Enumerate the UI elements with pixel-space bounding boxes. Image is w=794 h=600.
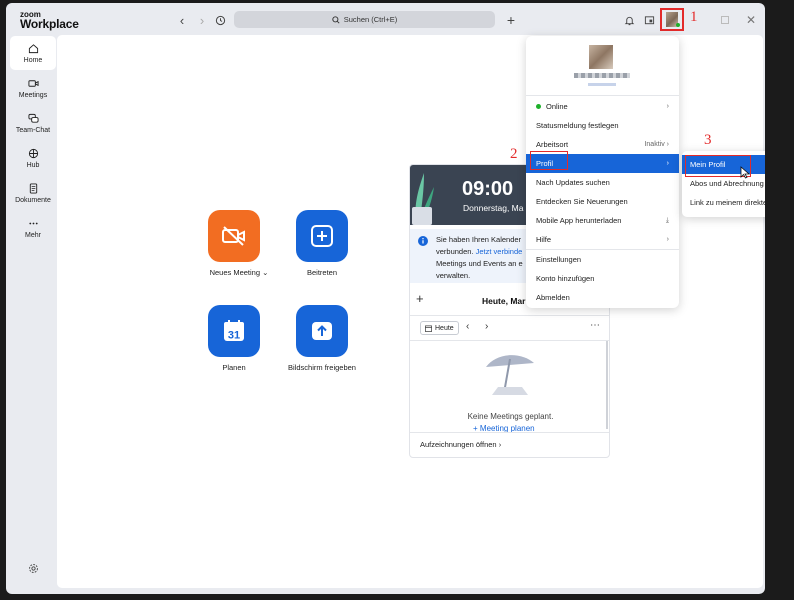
calendar-small-icon	[425, 325, 432, 332]
share-screen-button[interactable]	[296, 305, 348, 357]
calendar-date: Donnerstag, Ma	[463, 203, 524, 213]
sidebar-item-hub[interactable]: Hub	[10, 141, 56, 175]
more-dots-icon[interactable]: ⋯	[590, 320, 600, 331]
menu-item-sign-out[interactable]: Abmelden	[526, 288, 679, 307]
sidebar-item-label: Meetings	[18, 91, 48, 99]
annotation-box-profile	[530, 151, 568, 170]
menu-item-status-online[interactable]: Online ›	[526, 97, 679, 116]
add-event-icon[interactable]: +	[416, 291, 424, 306]
menu-item-whats-new[interactable]: Entdecken Sie Neuerungen	[526, 192, 679, 211]
menu-item-status-message[interactable]: Statusmeldung festlegen	[526, 116, 679, 135]
profile-avatar-button[interactable]	[660, 8, 684, 31]
back-arrow-icon[interactable]: ‹	[172, 11, 192, 29]
calendar-icon: 31	[224, 320, 244, 342]
open-recordings-link[interactable]: Aufzeichnungen öffnen ›	[420, 440, 501, 449]
plant-illustration	[412, 173, 434, 225]
profile-picture	[589, 45, 613, 69]
divider	[410, 340, 609, 341]
plus-icon[interactable]: +	[501, 11, 521, 29]
empty-state-text: Keine Meetings geplant.	[467, 412, 554, 421]
logo-big: Workplace	[20, 17, 79, 31]
sidebar-item-label: Hub	[26, 161, 40, 169]
sidebar-item-team-chat[interactable]: Team-Chat	[10, 106, 56, 140]
profile-email-blurred	[588, 83, 616, 86]
divider	[526, 95, 679, 96]
work-location-value: Inaktiv	[644, 141, 665, 148]
info-line-2a: verbunden.	[436, 247, 474, 256]
chevron-right-icon: ›	[498, 440, 502, 449]
menu-item-mobile-app[interactable]: Mobile App herunterladen ⤓	[526, 211, 679, 230]
chevron-right-icon: ›	[666, 236, 669, 243]
beach-umbrella-illustration	[486, 355, 534, 395]
submenu-item-personal-link[interactable]: Link zu meinem direkte...	[682, 193, 765, 212]
settings-gear-icon[interactable]	[23, 559, 43, 577]
today-button[interactable]: Heute	[420, 321, 459, 335]
join-button[interactable]	[296, 210, 348, 262]
app-logo: zoom Workplace	[20, 11, 79, 31]
share-screen-label: Bildschirm freigeben	[288, 363, 356, 372]
close-icon[interactable]: ✕	[741, 11, 761, 29]
prev-day-icon[interactable]: ‹	[466, 321, 469, 332]
video-off-icon	[222, 226, 245, 246]
sidebar-item-more[interactable]: Mehr	[10, 211, 56, 245]
document-icon	[29, 182, 37, 194]
zoom-window: zoom Workplace ‹ › Suchen (Ctrl+E) + 1 ✕…	[6, 3, 765, 594]
new-meeting-button[interactable]	[208, 210, 260, 262]
connect-calendar-link[interactable]: Jetzt verbinde	[476, 247, 523, 256]
sidebar-item-label: Home	[23, 56, 43, 64]
forward-arrow-icon[interactable]: ›	[192, 11, 212, 29]
maximize-icon[interactable]	[715, 11, 735, 29]
menu-item-settings[interactable]: Einstellungen	[526, 250, 679, 269]
status-dot-icon	[536, 104, 541, 109]
menu-item-help[interactable]: Hilfe ›	[526, 230, 679, 249]
schedule-label: Planen	[222, 363, 246, 372]
history-icon[interactable]	[210, 11, 230, 29]
more-dots-icon	[28, 222, 38, 224]
next-day-icon[interactable]: ›	[485, 321, 488, 332]
menu-item-check-updates[interactable]: Nach Updates suchen	[526, 173, 679, 192]
annotation-step-1: 1	[690, 9, 698, 25]
annotation-step-2: 2	[510, 146, 518, 162]
new-meeting-label[interactable]: Neues Meeting ⌄	[203, 268, 275, 277]
profile-menu: Online › Statusmeldung festlegen Arbeits…	[526, 36, 679, 308]
search-placeholder: Suchen (Ctrl+E)	[343, 15, 398, 24]
avatar	[666, 12, 680, 27]
chat-icon	[27, 113, 39, 123]
today-heading: Heute, Mar	[482, 296, 526, 306]
info-icon	[418, 236, 428, 246]
divider	[410, 432, 609, 433]
sidebar-item-meetings[interactable]: Meetings	[10, 71, 56, 105]
bell-icon[interactable]	[619, 11, 639, 29]
profile-name-blurred	[574, 73, 630, 78]
download-icon: ⤓	[665, 216, 669, 224]
chevron-down-icon: ⌄	[262, 268, 269, 277]
chevron-right-icon: ›	[666, 103, 669, 110]
sidebar-item-label: Dokumente	[15, 196, 51, 204]
join-label: Beitreten	[306, 268, 338, 277]
divider	[410, 315, 609, 316]
whiteboard-icon[interactable]	[639, 11, 659, 29]
home-icon	[28, 43, 38, 53]
menu-item-add-account[interactable]: Konto hinzufügen	[526, 269, 679, 288]
sidebar-item-documents[interactable]: Dokumente	[10, 176, 56, 210]
chevron-right-icon: ›	[666, 160, 669, 167]
search-bar[interactable]: Suchen (Ctrl+E)	[234, 11, 495, 28]
calendar-day: 31	[228, 330, 240, 342]
mouse-cursor-icon	[740, 166, 750, 179]
annotation-step-3: 3	[704, 132, 712, 148]
sidebar-item-home[interactable]: Home	[10, 36, 56, 70]
chevron-right-icon: ›	[666, 141, 669, 148]
search-icon	[332, 15, 340, 24]
calendar-time: 09:00	[462, 178, 514, 200]
plus-square-icon	[311, 225, 333, 247]
schedule-button[interactable]: 31	[208, 305, 260, 357]
video-camera-icon	[27, 79, 39, 87]
hub-icon	[28, 148, 38, 158]
sidebar-item-label: Team-Chat	[15, 126, 51, 134]
share-arrow-icon	[312, 322, 332, 340]
sidebar-item-label: Mehr	[25, 231, 41, 239]
